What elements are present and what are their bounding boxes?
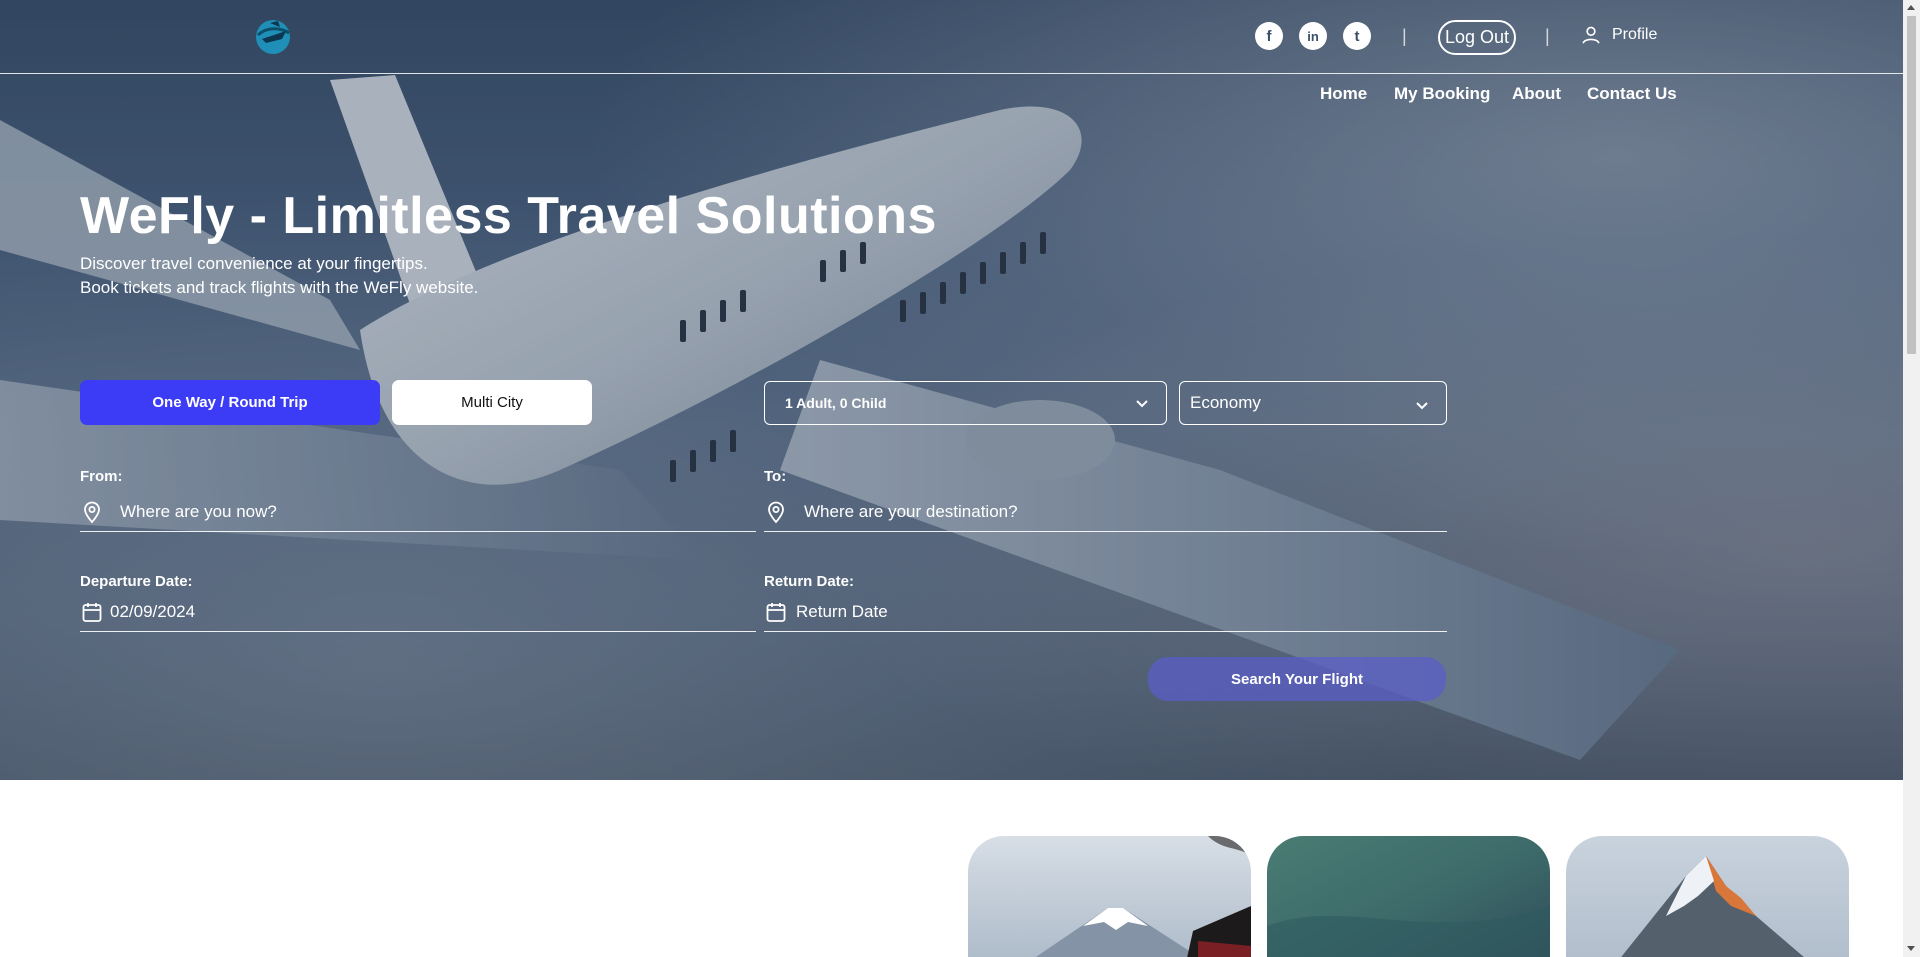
search-flight-button[interactable]: Search Your Flight [1148,657,1446,701]
location-pin-icon [84,501,100,523]
chevron-down-icon [1136,400,1148,408]
scroll-up-arrow-icon[interactable] [1907,5,1915,10]
departure-date-label: Departure Date: [80,573,193,590]
destination-card-mountain-peak[interactable] [1566,836,1849,957]
hero-subtitle-line-2: Book tickets and track flights with the … [80,278,479,297]
hero-banner: f in t | Log Out | Profile Home My Booki… [0,0,1903,780]
facebook-icon[interactable]: f [1255,22,1283,50]
multi-city-button[interactable]: Multi City [392,380,592,425]
departure-date-input[interactable] [110,601,710,622]
calendar-icon [766,602,786,622]
from-label: From: [80,468,123,485]
to-label: To: [764,468,787,485]
linkedin-icon[interactable]: in [1299,22,1327,50]
from-field[interactable] [80,492,756,532]
nav-contact-us[interactable]: Contact Us [1587,84,1677,104]
hero-subtitle-line-1: Discover travel convenience at your fing… [80,254,428,273]
twitter-icon[interactable]: t [1343,22,1371,50]
scroll-down-arrow-icon[interactable] [1907,946,1915,951]
nav-about[interactable]: About [1512,84,1561,104]
page-scrollbar[interactable] [1903,0,1920,957]
nav-my-booking[interactable]: My Booking [1394,84,1490,104]
scrollbar-thumb[interactable] [1907,16,1916,354]
top-bar: f in t | Log Out | Profile [0,0,1903,74]
from-input[interactable] [120,501,720,522]
one-way-round-trip-button[interactable]: One Way / Round Trip [80,380,380,425]
airplane-globe-logo-icon[interactable] [252,17,294,55]
destination-card-aurora[interactable] [1267,836,1550,957]
destination-card-mount-fuji[interactable] [968,836,1251,957]
profile-label: Profile [1612,26,1658,43]
return-date-field[interactable] [764,592,1447,632]
to-input[interactable] [804,501,1404,522]
cabin-class-select[interactable]: Economy [1179,381,1447,425]
user-icon [1582,26,1600,44]
return-date-input[interactable] [796,601,1396,622]
to-field[interactable] [764,492,1447,532]
location-pin-icon [768,501,784,523]
page-title: WeFly - Limitless Travel Solutions [80,187,937,245]
passengers-value: 1 Adult, 0 Child [785,395,887,411]
cabin-class-value: Economy [1190,393,1261,412]
header-separator: | [1545,26,1550,46]
calendar-icon [82,602,102,622]
logout-button[interactable]: Log Out [1438,20,1516,55]
passengers-select[interactable]: 1 Adult, 0 Child [764,381,1167,425]
return-date-label: Return Date: [764,573,855,590]
chevron-down-icon [1416,402,1428,410]
header-separator: | [1402,26,1407,46]
profile-link[interactable]: Profile [1580,24,1657,46]
departure-date-field[interactable] [80,592,756,632]
nav-home[interactable]: Home [1320,84,1367,104]
